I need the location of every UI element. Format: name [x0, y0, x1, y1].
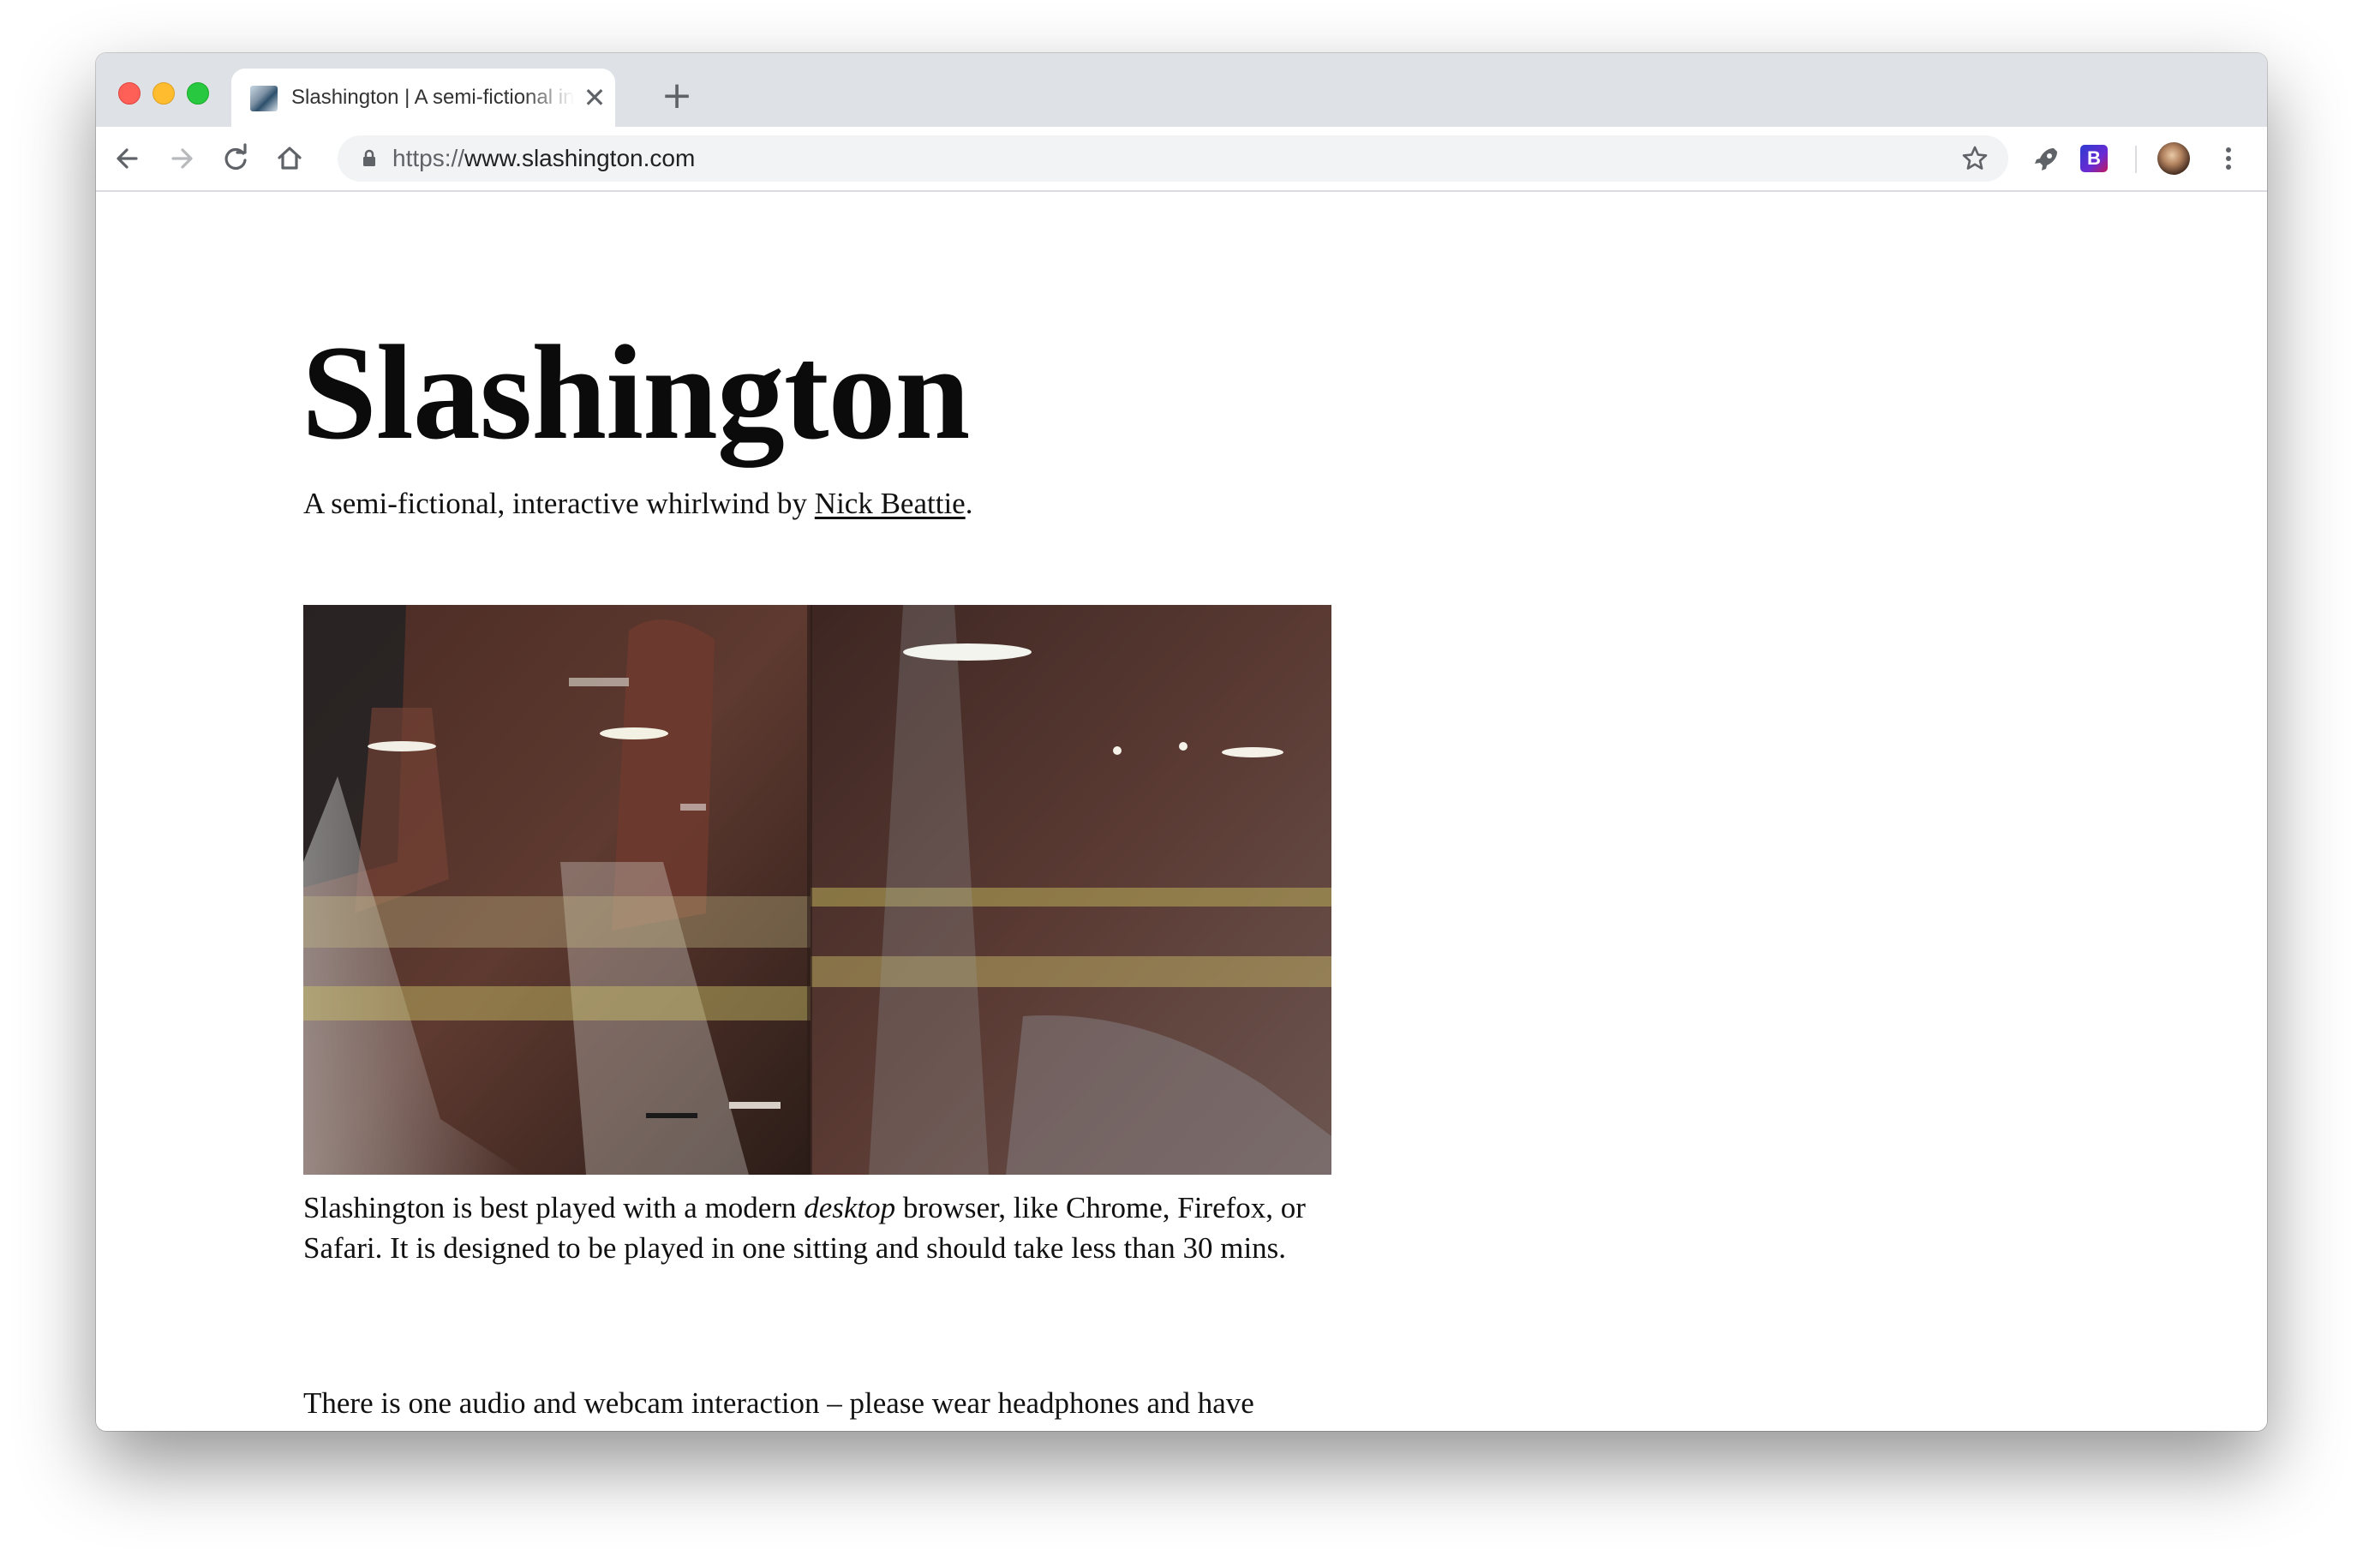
browser-tab[interactable]: Slashington | A semi-fictional interacti… — [231, 69, 615, 127]
paragraph1-emphasis: desktop — [804, 1191, 896, 1224]
reload-icon[interactable] — [214, 137, 257, 180]
back-icon[interactable] — [106, 137, 149, 180]
url-scheme: https:// — [392, 145, 465, 171]
toolbar-divider — [2135, 146, 2137, 173]
home-icon[interactable] — [268, 137, 311, 180]
page-title: Slashington — [302, 318, 970, 468]
menu-icon[interactable] — [2207, 137, 2250, 180]
browser-window: Slashington | A semi-fictional interacti… — [96, 53, 2267, 1431]
hero-image — [303, 605, 1331, 1175]
title-bar: Slashington | A semi-fictional interacti… — [96, 53, 2267, 127]
maximize-window-button[interactable] — [187, 82, 209, 105]
audio-webcam-paragraph: There is one audio and webcam interactio… — [303, 1386, 1254, 1420]
new-tab-button[interactable]: + — [658, 77, 696, 117]
author-link[interactable]: Nick Beattie — [815, 487, 966, 520]
subtitle-suffix: . — [965, 487, 973, 520]
lock-icon[interactable] — [356, 146, 382, 171]
tab-favicon-icon — [250, 86, 278, 111]
minimize-window-button[interactable] — [153, 82, 175, 105]
forward-icon[interactable] — [160, 137, 203, 180]
close-window-button[interactable] — [118, 82, 141, 105]
rocket-icon[interactable] — [2025, 137, 2068, 180]
star-icon[interactable] — [1959, 142, 1991, 175]
url-text[interactable]: https://www.slashington.com — [392, 143, 695, 174]
address-bar[interactable]: https://www.slashington.com — [338, 135, 2008, 182]
paragraph1-text-a: Slashington is best played with a modern — [303, 1191, 805, 1224]
b-extension-icon[interactable]: B — [2080, 145, 2108, 172]
page-content: Slashington A semi-fictional, interactiv… — [96, 192, 2267, 1431]
tab-close-icon[interactable]: ✕ — [579, 82, 610, 113]
avatar[interactable] — [2157, 142, 2190, 175]
page-subtitle: A semi-fictional, interactive whirlwind … — [303, 483, 972, 524]
subtitle-prefix: A semi-fictional, interactive whirlwind … — [303, 487, 815, 520]
intro-paragraph: Slashington is best played with a modern… — [303, 1188, 1349, 1268]
url-host: www.slashington.com — [464, 145, 696, 171]
browser-toolbar: https://www.slashington.com B — [96, 127, 2267, 192]
tab-title: Slashington | A semi-fictional interacti… — [291, 86, 574, 109]
